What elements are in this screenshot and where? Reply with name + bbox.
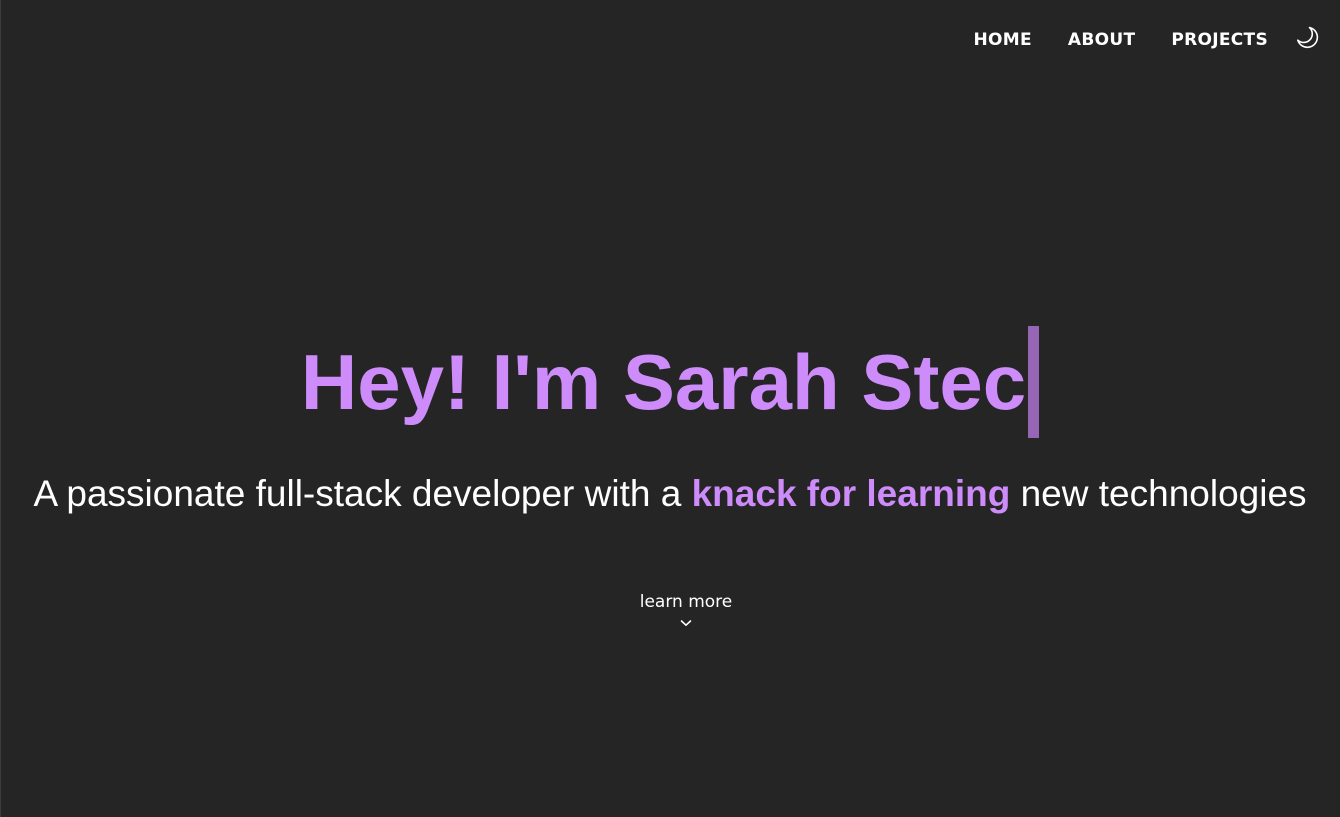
chevron-down-icon [680, 620, 692, 626]
learn-more-button[interactable]: learn more [586, 590, 786, 628]
tagline-text-start: A passionate full-stack developer with a [33, 473, 692, 514]
theme-toggle-button[interactable] [1294, 24, 1320, 50]
learn-more-label: learn more [639, 592, 733, 612]
typing-cursor [1028, 326, 1040, 438]
hero-title-text: Hey! I'm Sarah Stec [300, 338, 1027, 426]
tagline-highlight: knack for learning [691, 473, 1011, 514]
tagline-text-end: new technologies [1010, 473, 1307, 514]
nav-link-about[interactable]: ABOUT [1068, 28, 1135, 52]
nav-link-home[interactable]: HOME [973, 28, 1031, 52]
moon-icon [1297, 26, 1319, 49]
nav-link-projects[interactable]: PROJECTS [1171, 28, 1268, 52]
hero-tagline: A passionate full-stack developer with a… [0, 472, 1340, 516]
hero-heading: Hey! I'm Sarah Stec [0, 326, 1340, 438]
top-nav: HOME ABOUT PROJECTS [973, 26, 1320, 52]
